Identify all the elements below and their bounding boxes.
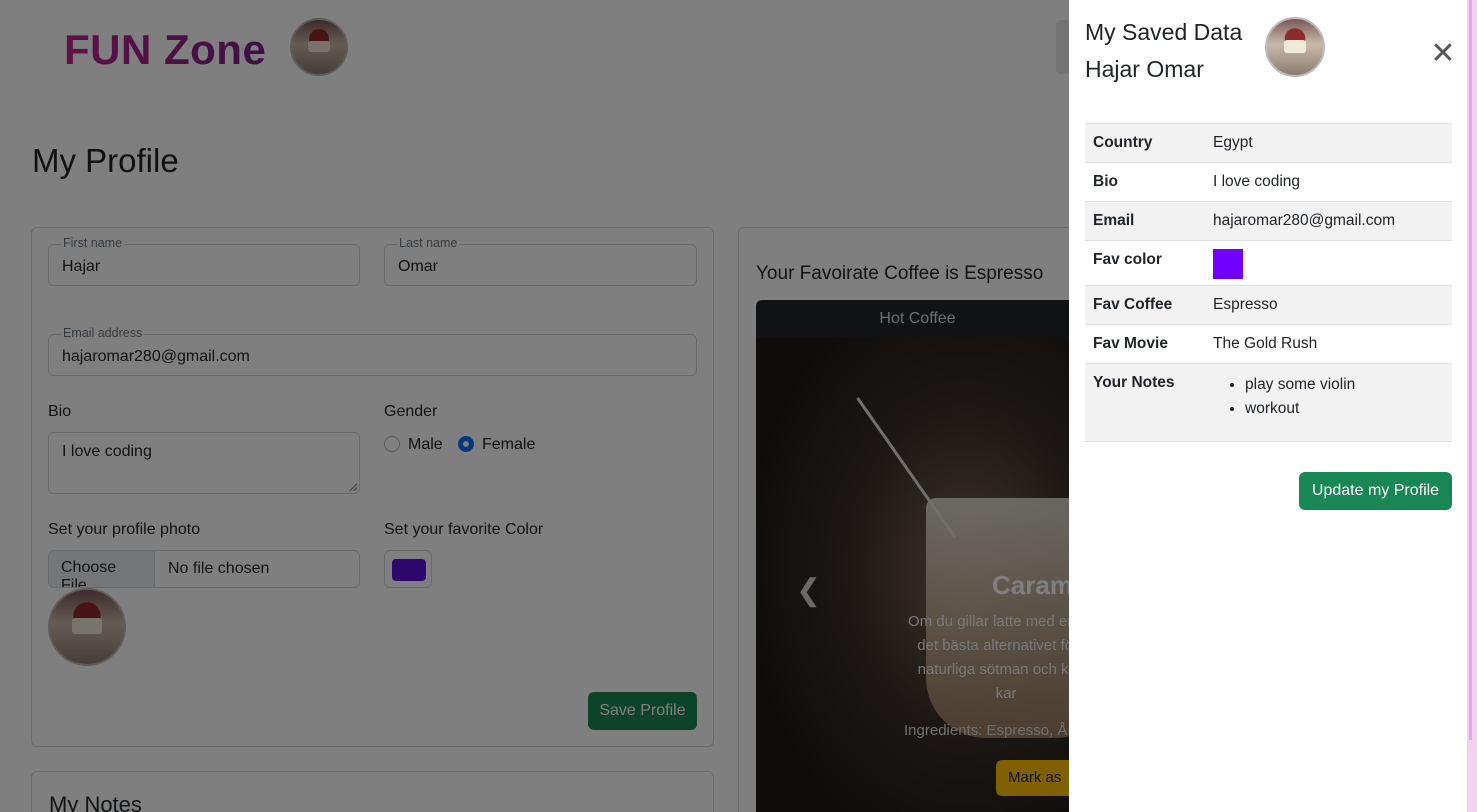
row-value: hajaromar280@gmail.com bbox=[1213, 212, 1396, 229]
row-key: Bio bbox=[1093, 173, 1118, 190]
row-value: The Gold Rush bbox=[1213, 335, 1318, 352]
offcanvas-title: My Saved Data Hajar Omar bbox=[1085, 14, 1242, 88]
row-value: Egypt bbox=[1213, 134, 1253, 151]
list-item: workout bbox=[1245, 397, 1444, 421]
row-key: Fav Movie bbox=[1093, 335, 1168, 352]
table-row: Fav Movie The Gold Rush bbox=[1085, 324, 1452, 364]
list-item: play some violin bbox=[1245, 373, 1444, 397]
table-row: Email hajaromar280@gmail.com bbox=[1085, 201, 1452, 241]
table-row: Country Egypt bbox=[1085, 123, 1452, 163]
row-value bbox=[1205, 241, 1452, 286]
row-key: Fav Coffee bbox=[1093, 296, 1173, 313]
panel-avatar bbox=[1265, 17, 1325, 77]
offcanvas-heading: My Saved Data bbox=[1085, 19, 1243, 45]
table-row: Bio I love coding bbox=[1085, 162, 1452, 202]
update-profile-button[interactable]: Update my Profile bbox=[1299, 472, 1452, 510]
row-value: I love coding bbox=[1213, 173, 1301, 190]
table-row: Fav Coffee Espresso bbox=[1085, 285, 1452, 325]
row-key: Fav color bbox=[1093, 251, 1162, 268]
row-key: Your Notes bbox=[1093, 374, 1175, 391]
offcanvas-username: Hajar Omar bbox=[1085, 56, 1204, 82]
row-value: play some violin workout bbox=[1205, 364, 1452, 442]
fav-color-swatch bbox=[1213, 249, 1243, 279]
row-value: Espresso bbox=[1213, 296, 1278, 313]
close-icon[interactable]: ✕ bbox=[1429, 39, 1457, 69]
saved-data-table: Country Egypt Bio I love coding Email ha… bbox=[1085, 123, 1452, 442]
row-key: Email bbox=[1093, 212, 1135, 229]
notes-list: play some violin workout bbox=[1213, 373, 1444, 421]
table-row: Fav color bbox=[1085, 240, 1452, 286]
table-row: Your Notes play some violin workout bbox=[1085, 363, 1452, 442]
saved-data-offcanvas: My Saved Data Hajar Omar ✕ Country Egypt… bbox=[1069, 0, 1467, 812]
scrollbar-thumb[interactable] bbox=[1469, 0, 1472, 740]
row-key: Country bbox=[1093, 134, 1153, 151]
